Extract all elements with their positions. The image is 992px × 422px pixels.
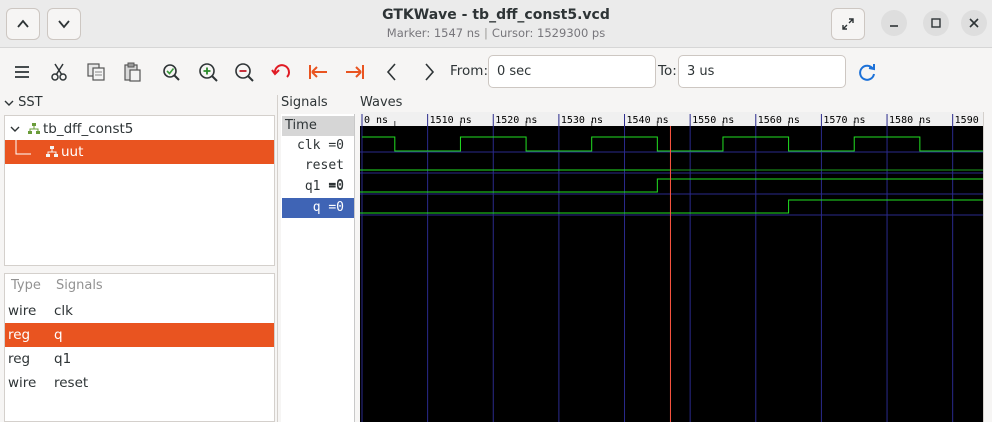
time-tick-label: 1520 ns <box>495 115 537 126</box>
arrow-to-start-icon <box>309 65 327 79</box>
close-icon <box>969 18 979 28</box>
zoom-fit-button[interactable] <box>157 58 185 86</box>
maximize-icon <box>931 18 941 28</box>
expand-icon <box>842 18 854 30</box>
find-next-edge-button[interactable] <box>415 58 443 86</box>
vertical-scrollbar[interactable] <box>983 112 992 422</box>
signal-name: q <box>54 327 63 343</box>
undo-icon <box>271 64 290 78</box>
chevron-right-icon <box>425 63 435 81</box>
minimize-button[interactable] <box>881 10 907 36</box>
signal-type: wire <box>8 303 37 319</box>
type-column-header[interactable]: Type <box>11 278 41 293</box>
tree-item-label: tb_dff_const5 <box>43 121 134 137</box>
sst-header[interactable]: SST <box>4 95 43 110</box>
zoom-to-end-button[interactable] <box>341 58 369 86</box>
signal-type-list: Type Signals wire clk reg q reg q1 wire … <box>4 273 275 422</box>
toolbar: From: 0 sec To: 3 us <box>0 48 992 96</box>
module-icon <box>28 123 40 134</box>
zoom-out-icon <box>235 63 254 82</box>
time-tick-label: 1550 ns <box>692 115 734 126</box>
from-label: From: <box>450 63 488 79</box>
zoom-to-start-button[interactable] <box>304 58 332 86</box>
cut-button[interactable] <box>45 58 73 86</box>
list-item[interactable]: reg q1 <box>5 347 274 371</box>
signals-pane: Time clk =0 reset =0 q1 =0 q =0 <box>281 114 355 422</box>
waveform-display[interactable]: 0 ns 1510 ns 1520 ns 1530 ns 1540 ns 1550 ns 1… <box>360 112 984 422</box>
zoom-fit-icon <box>163 64 180 81</box>
find-previous-edge-button[interactable] <box>378 58 406 86</box>
copy-icon <box>87 63 105 81</box>
time-tick-label: 1540 ns <box>627 115 669 126</box>
sst-tree: tb_dff_const5 uut <box>4 115 275 266</box>
signal-type: reg <box>8 351 31 367</box>
hamburger-icon <box>15 66 29 78</box>
close-button[interactable] <box>961 10 987 36</box>
tree-item-label: uut <box>61 144 84 160</box>
cursor-readout: Cursor: 1529300 ps <box>491 26 606 40</box>
chevron-left-icon <box>386 63 396 81</box>
time-tick-label: 1560 ns <box>758 115 800 126</box>
copy-button[interactable] <box>82 58 110 86</box>
time-tick-label: 1530 ns <box>561 115 603 126</box>
pane-divider[interactable] <box>277 95 278 422</box>
module-icon <box>46 146 58 157</box>
time-tick-label: 1580 ns <box>889 115 931 126</box>
zoom-in-button[interactable] <box>194 58 222 86</box>
zoom-in-icon <box>199 63 218 82</box>
to-label: To: <box>658 63 677 79</box>
list-item[interactable]: wire clk <box>5 299 274 323</box>
time-tick-label: 0 ns <box>364 115 388 126</box>
chevron-down-icon <box>10 126 20 132</box>
zoom-out-button[interactable] <box>230 58 258 86</box>
signal-type: wire <box>8 375 37 391</box>
time-tick-label: 1590 ns <box>955 115 984 126</box>
signals-column-header[interactable]: Signals <box>56 278 103 293</box>
undo-zoom-button[interactable] <box>267 58 295 86</box>
from-time-input[interactable]: 0 sec <box>488 55 656 88</box>
scissors-icon <box>51 63 67 81</box>
sst-label: SST <box>18 95 43 110</box>
chevron-down-icon <box>4 100 14 106</box>
time-tick-label: 1510 ns <box>430 115 472 126</box>
list-item[interactable]: wire reset <box>5 371 274 395</box>
paste-icon <box>124 62 141 82</box>
wave-background <box>360 112 984 422</box>
to-time-input[interactable]: 3 us <box>678 55 846 88</box>
signal-value-clk[interactable]: clk =0 <box>282 136 354 156</box>
time-tick-label: 1570 ns <box>823 115 865 126</box>
signal-name: clk <box>54 303 73 319</box>
marker-readout: Marker: 1547 ns <box>386 26 481 40</box>
list-item[interactable]: reg q <box>5 323 274 347</box>
maximize-button[interactable] <box>923 10 949 36</box>
minimize-icon <box>890 25 898 27</box>
title-bar: GTKWave - tb_dff_const5.vcd Marker: 1547… <box>0 0 992 48</box>
waves-pane-label: Waves <box>360 95 403 110</box>
menu-button[interactable] <box>8 58 36 86</box>
tree-item-uut[interactable]: uut <box>5 140 274 164</box>
time-row: Time <box>282 116 354 136</box>
fullscreen-button[interactable] <box>831 8 865 40</box>
signal-type: reg <box>8 327 31 343</box>
signal-value-reset[interactable]: reset =0 <box>282 156 354 193</box>
arrow-to-end-icon <box>346 65 364 79</box>
signal-value-q[interactable]: q =0 <box>282 198 354 218</box>
signal-name: q1 <box>54 351 72 367</box>
signal-name: reset <box>54 375 89 391</box>
paste-button[interactable] <box>118 58 146 86</box>
reload-button[interactable] <box>853 58 881 86</box>
reload-icon <box>859 64 875 81</box>
signal-value-q1[interactable]: q1 =0 <box>282 177 354 197</box>
tree-item-tb-dff-const5[interactable]: tb_dff_const5 <box>5 117 274 141</box>
tree-connector <box>15 140 31 155</box>
signals-pane-label: Signals <box>281 95 328 110</box>
waveform-canvas: 0 ns 1510 ns 1520 ns 1530 ns 1540 ns 1550 ns 1… <box>360 112 984 422</box>
